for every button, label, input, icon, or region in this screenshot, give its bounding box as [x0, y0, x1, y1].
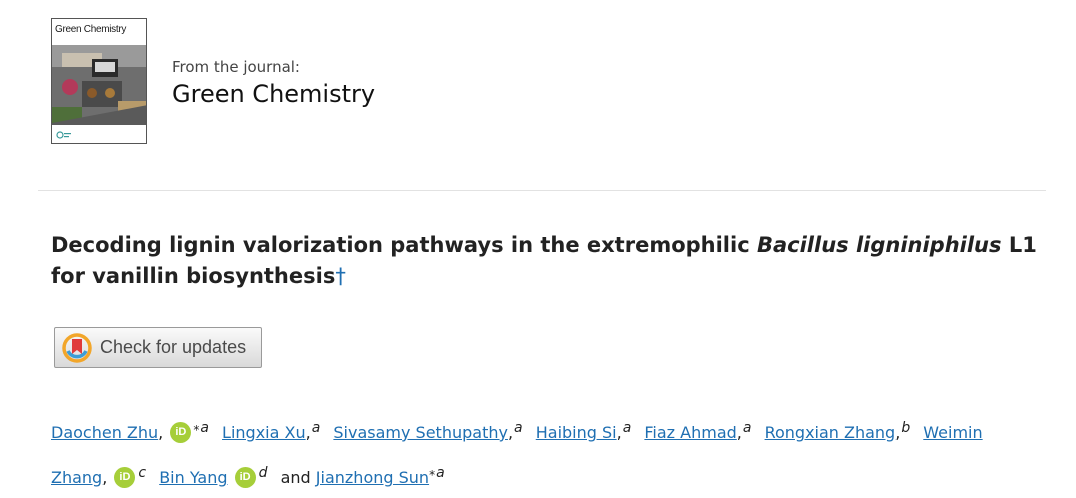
affiliation-marker[interactable]: a: [514, 420, 523, 436]
author-link[interactable]: Fiaz Ahmad: [644, 423, 736, 442]
corresponding-author-marker: *: [193, 423, 200, 437]
crossmark-icon: [62, 332, 92, 363]
affiliation-marker[interactable]: d: [259, 465, 268, 481]
title-footnote-link[interactable]: †: [335, 264, 346, 288]
author-separator: [146, 468, 151, 487]
title-text: Decoding lignin valorization pathways in…: [51, 233, 757, 257]
affiliation-marker[interactable]: b: [901, 420, 910, 436]
affiliation-marker[interactable]: a: [200, 420, 209, 436]
orcid-icon[interactable]: iD: [170, 422, 192, 443]
author-link[interactable]: Rongxian Zhang: [765, 423, 896, 442]
author-link[interactable]: Daochen Zhu: [51, 423, 158, 442]
author-separator: [631, 423, 636, 442]
author-separator: [268, 468, 273, 487]
affiliation-marker[interactable]: a: [623, 420, 632, 436]
cover-title: Green Chemistry: [55, 24, 127, 35]
authors-conjunction: and: [280, 468, 311, 487]
author-separator: [751, 423, 756, 442]
check-for-updates-label: Check for updates: [100, 337, 247, 357]
author-separator: [910, 423, 915, 442]
journal-cover-image[interactable]: Green Chemistry: [51, 18, 147, 144]
affiliation-marker[interactable]: a: [436, 465, 445, 481]
author-separator: [523, 423, 528, 442]
author-separator: [209, 423, 214, 442]
author-link[interactable]: Sivasamy Sethupathy: [333, 423, 508, 442]
orcid-icon[interactable]: iD: [114, 467, 136, 488]
author-link[interactable]: Lingxia Xu: [222, 423, 306, 442]
divider: [38, 190, 1046, 191]
author-list: Daochen Zhu, iD *a Lingxia Xu,a Sivasamy …: [51, 420, 983, 488]
journal-name[interactable]: Green Chemistry: [172, 80, 375, 108]
cover-artwork: [52, 45, 146, 125]
check-for-updates-button[interactable]: Check for updates: [54, 327, 262, 368]
affiliation-marker[interactable]: a: [312, 420, 321, 436]
cover-publisher-logo: [56, 131, 72, 141]
author-link[interactable]: Jianzhong Sun: [316, 468, 429, 487]
author-link[interactable]: Haibing Si: [536, 423, 617, 442]
orcid-icon[interactable]: iD: [234, 467, 256, 488]
affiliation-marker[interactable]: c: [138, 465, 146, 481]
author-separator: [320, 423, 325, 442]
journal-from-label: From the journal:: [172, 58, 300, 76]
article-title: Decoding lignin valorization pathways in…: [51, 230, 1041, 292]
title-species: Bacillus ligniniphilus: [756, 233, 1002, 257]
author-link[interactable]: Bin Yang: [159, 468, 227, 487]
corresponding-author-marker: *: [429, 468, 436, 482]
